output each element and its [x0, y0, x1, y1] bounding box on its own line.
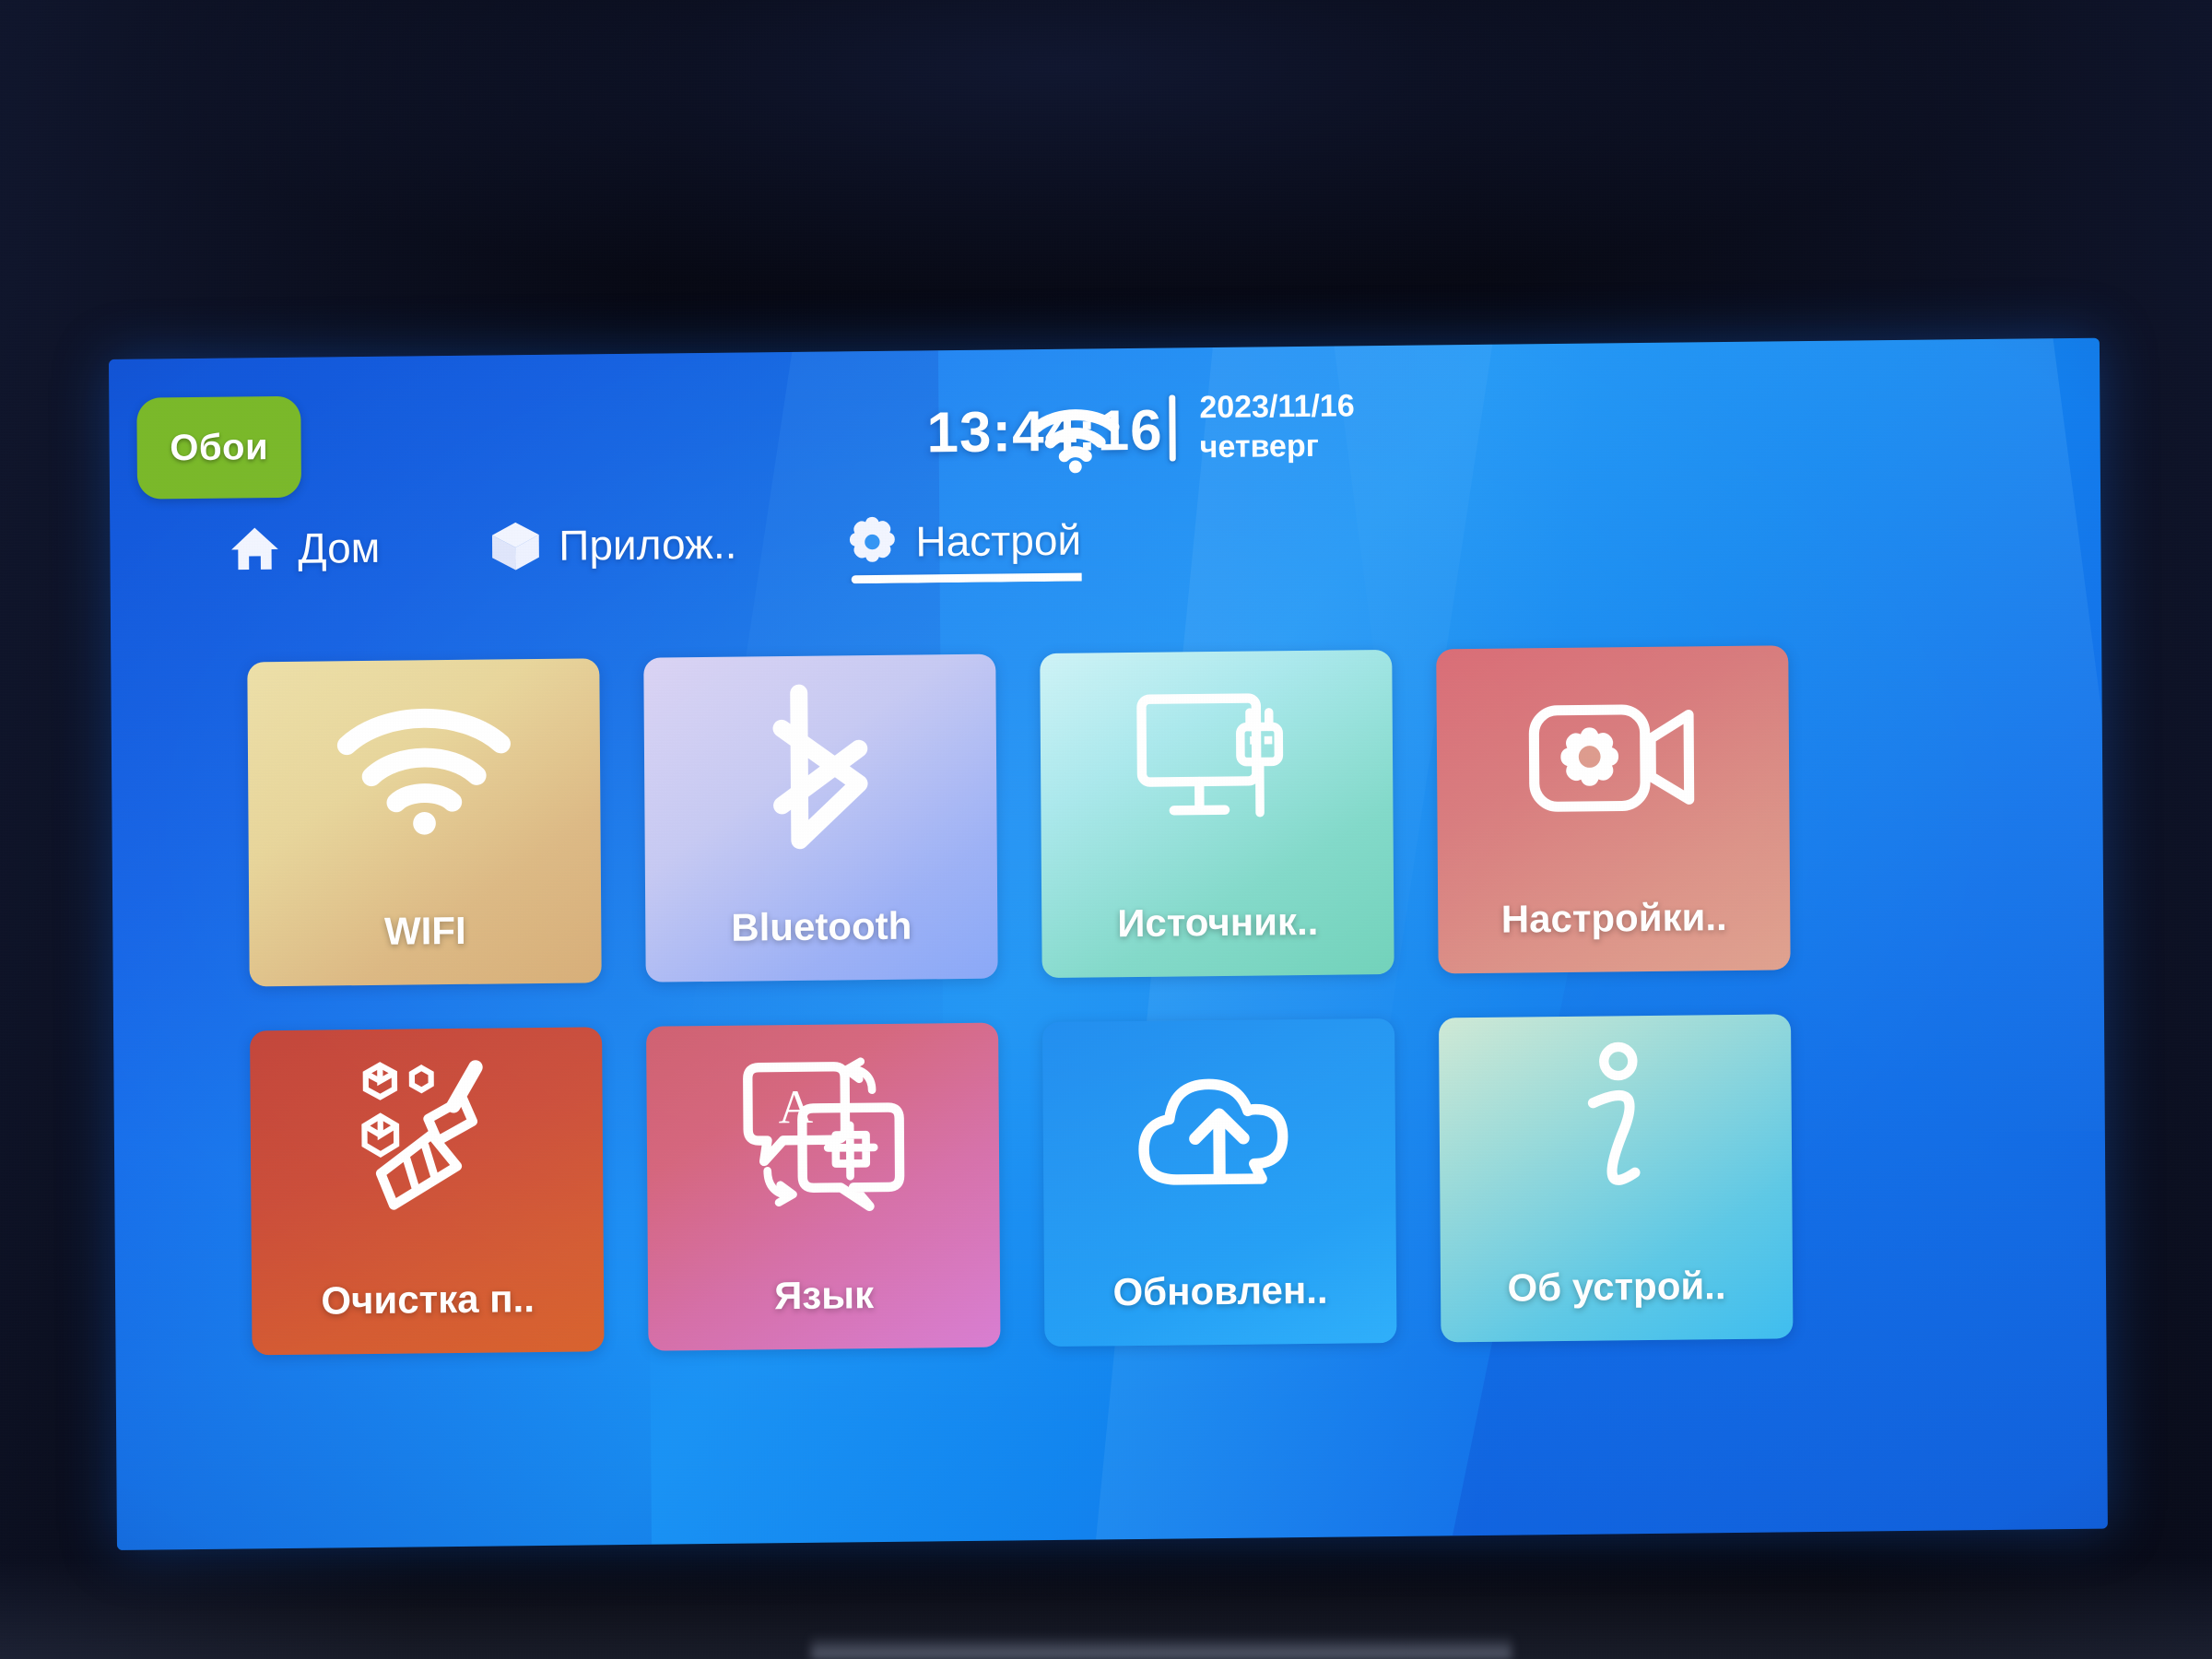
- tile-update[interactable]: Обновлен..: [1042, 1018, 1397, 1347]
- weekday-value: четверг: [1199, 428, 1319, 465]
- status-bar: Обои 13:44:16 2023/11/16 четверг: [109, 370, 2100, 501]
- tab-home[interactable]: Дом: [228, 521, 381, 591]
- date-value: 2023/11/16: [1199, 388, 1355, 426]
- tab-apps[interactable]: Прилож..: [488, 517, 737, 588]
- settings-tile-grid: WIFI Bluetooth Источник.. Настройки.. Оч…: [247, 645, 1794, 1356]
- bluetooth-icon: [732, 678, 908, 855]
- tile-wifi-label: WIFI: [383, 908, 466, 953]
- tile-clean[interactable]: Очистка п..: [250, 1027, 605, 1356]
- info-icon: [1527, 1038, 1703, 1215]
- broom-icon: [338, 1051, 514, 1228]
- wifi-status-icon[interactable]: [1030, 407, 1120, 475]
- tab-apps-label: Прилож..: [559, 519, 737, 570]
- tile-about[interactable]: Об устрой..: [1439, 1014, 1794, 1343]
- tile-wifi[interactable]: WIFI: [247, 658, 602, 987]
- tile-bluetooth-label: Bluetooth: [731, 903, 912, 949]
- bottom-light-strip: [811, 1635, 1512, 1659]
- date-divider: [1169, 394, 1176, 462]
- tile-video-settings[interactable]: Настройки..: [1436, 645, 1791, 974]
- tile-language-label: Язык: [773, 1273, 875, 1318]
- gear-icon: [845, 515, 899, 570]
- tile-source[interactable]: Источник..: [1040, 649, 1394, 979]
- cube-icon: [488, 519, 542, 573]
- device-screen: Обои 13:44:16 2023/11/16 четверг Дом При…: [109, 337, 2108, 1550]
- tab-settings[interactable]: Настрой: [845, 513, 1081, 584]
- bottom-glow: [0, 1558, 2212, 1659]
- date-text: 2023/11/16 четверг: [1199, 386, 1355, 466]
- tile-clean-label: Очистка п..: [321, 1277, 535, 1323]
- tile-video-settings-label: Настройки..: [1500, 895, 1727, 941]
- cloud-upload-icon: [1131, 1042, 1307, 1219]
- tab-settings-label: Настрой: [915, 515, 1082, 566]
- tab-home-label: Дом: [298, 523, 381, 572]
- main-nav-tabs: Дом Прилож.. Настрой: [228, 513, 1081, 591]
- tile-source-label: Источник..: [1117, 899, 1319, 946]
- date-block: 2023/11/16 четверг: [1169, 386, 1355, 466]
- display-input-icon: [1128, 674, 1304, 851]
- tile-about-label: Об устрой..: [1507, 1264, 1726, 1310]
- photographed-device-screen: Обои 13:44:16 2023/11/16 четверг Дом При…: [0, 0, 2212, 1659]
- home-icon: [228, 522, 281, 576]
- translate-icon: A: [735, 1047, 911, 1224]
- wifi-icon: [335, 682, 512, 859]
- tile-language[interactable]: A Язык: [646, 1022, 1001, 1351]
- video-settings-icon: [1524, 669, 1700, 846]
- tile-update-label: Обновлен..: [1112, 1267, 1328, 1314]
- tile-bluetooth[interactable]: Bluetooth: [643, 653, 998, 982]
